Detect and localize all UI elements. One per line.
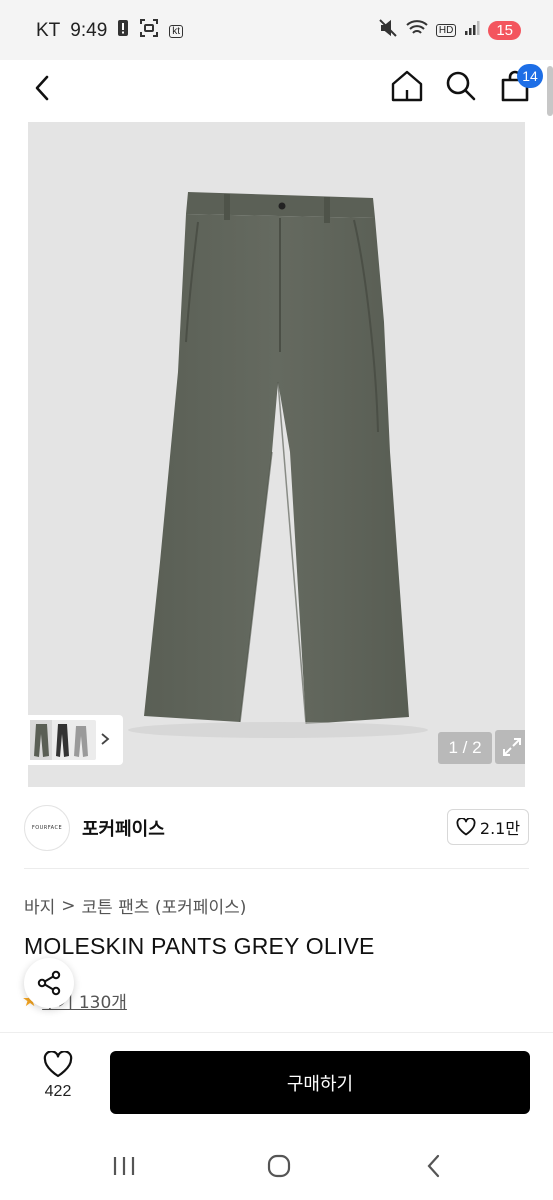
thumbnail-pants	[30, 720, 88, 760]
search-icon	[446, 71, 476, 101]
back-nav-button[interactable]	[414, 1150, 454, 1182]
share-button[interactable]	[24, 958, 74, 1008]
heart-icon	[43, 1051, 73, 1078]
chevron-left-icon	[35, 75, 49, 101]
thumbnail-image[interactable]	[30, 720, 96, 760]
wishlist-button[interactable]: 422	[30, 1051, 86, 1113]
cart-button[interactable]: 14	[495, 64, 543, 106]
buy-button[interactable]: 구매하기	[110, 1051, 530, 1114]
kt-badge-icon: kt	[169, 24, 184, 38]
wishlist-count: 422	[44, 1083, 72, 1100]
heart-icon	[456, 818, 476, 836]
scroll-indicator	[547, 66, 553, 116]
search-button[interactable]	[441, 66, 481, 106]
header-actions: 14	[387, 64, 543, 106]
breadcrumb-category[interactable]: 바지	[24, 893, 55, 918]
carrier-label: KT	[36, 20, 61, 41]
product-image-gallery[interactable]: 1 / 2	[28, 122, 525, 787]
share-icon	[37, 970, 61, 996]
status-left: KT 9:49 kt	[36, 18, 184, 44]
back-button[interactable]	[24, 70, 60, 106]
expand-button[interactable]	[495, 730, 525, 764]
screenshot-icon	[139, 18, 159, 44]
home-circle-icon	[267, 1154, 291, 1178]
home-icon	[391, 70, 423, 102]
battery-indicator: 15	[488, 20, 521, 40]
cart-count-badge: 14	[517, 64, 543, 88]
home-button[interactable]	[387, 66, 427, 106]
app-header: 14	[0, 60, 553, 116]
sim-alert-icon	[117, 19, 129, 43]
signal-icon	[464, 20, 480, 40]
home-nav-button[interactable]	[259, 1150, 299, 1182]
image-counter: 1 / 2	[438, 732, 492, 764]
thumbnail-strip[interactable]	[28, 715, 123, 765]
hd-icon: HD	[435, 23, 457, 37]
brand-like-button[interactable]: 2.1만	[447, 809, 529, 845]
system-nav-bar	[0, 1132, 553, 1200]
recents-button[interactable]	[104, 1150, 144, 1182]
brand-row[interactable]: FOURFACE 포커페이스 2.1만	[0, 787, 553, 869]
clock: 9:49	[70, 20, 108, 41]
product-title: MOLESKIN PANTS GREY OLIVE	[24, 933, 375, 959]
breadcrumb-separator: >	[61, 895, 76, 916]
product-photo	[128, 192, 428, 738]
recents-icon	[113, 1157, 135, 1175]
thumbnail-arrow-icon[interactable]	[100, 731, 110, 750]
expand-icon	[503, 738, 521, 756]
brand-like-count: 2.1만	[479, 819, 521, 838]
wifi-icon	[406, 19, 428, 41]
breadcrumb-subcategory[interactable]: 코튼 팬츠 (포커페이스)	[82, 893, 247, 918]
brand-name[interactable]: 포커페이스	[82, 815, 165, 841]
mute-icon	[378, 18, 398, 42]
status-bar: KT 9:49 kt HD 15	[0, 0, 553, 60]
bottom-action-bar: 422 구매하기	[0, 1032, 553, 1132]
breadcrumb: 바지 > 코튼 팬츠 (포커페이스)	[24, 893, 247, 919]
back-chevron-icon	[427, 1154, 440, 1178]
divider	[24, 868, 529, 869]
brand-logo[interactable]: FOURFACE	[24, 805, 70, 851]
status-right: HD 15	[378, 18, 521, 42]
